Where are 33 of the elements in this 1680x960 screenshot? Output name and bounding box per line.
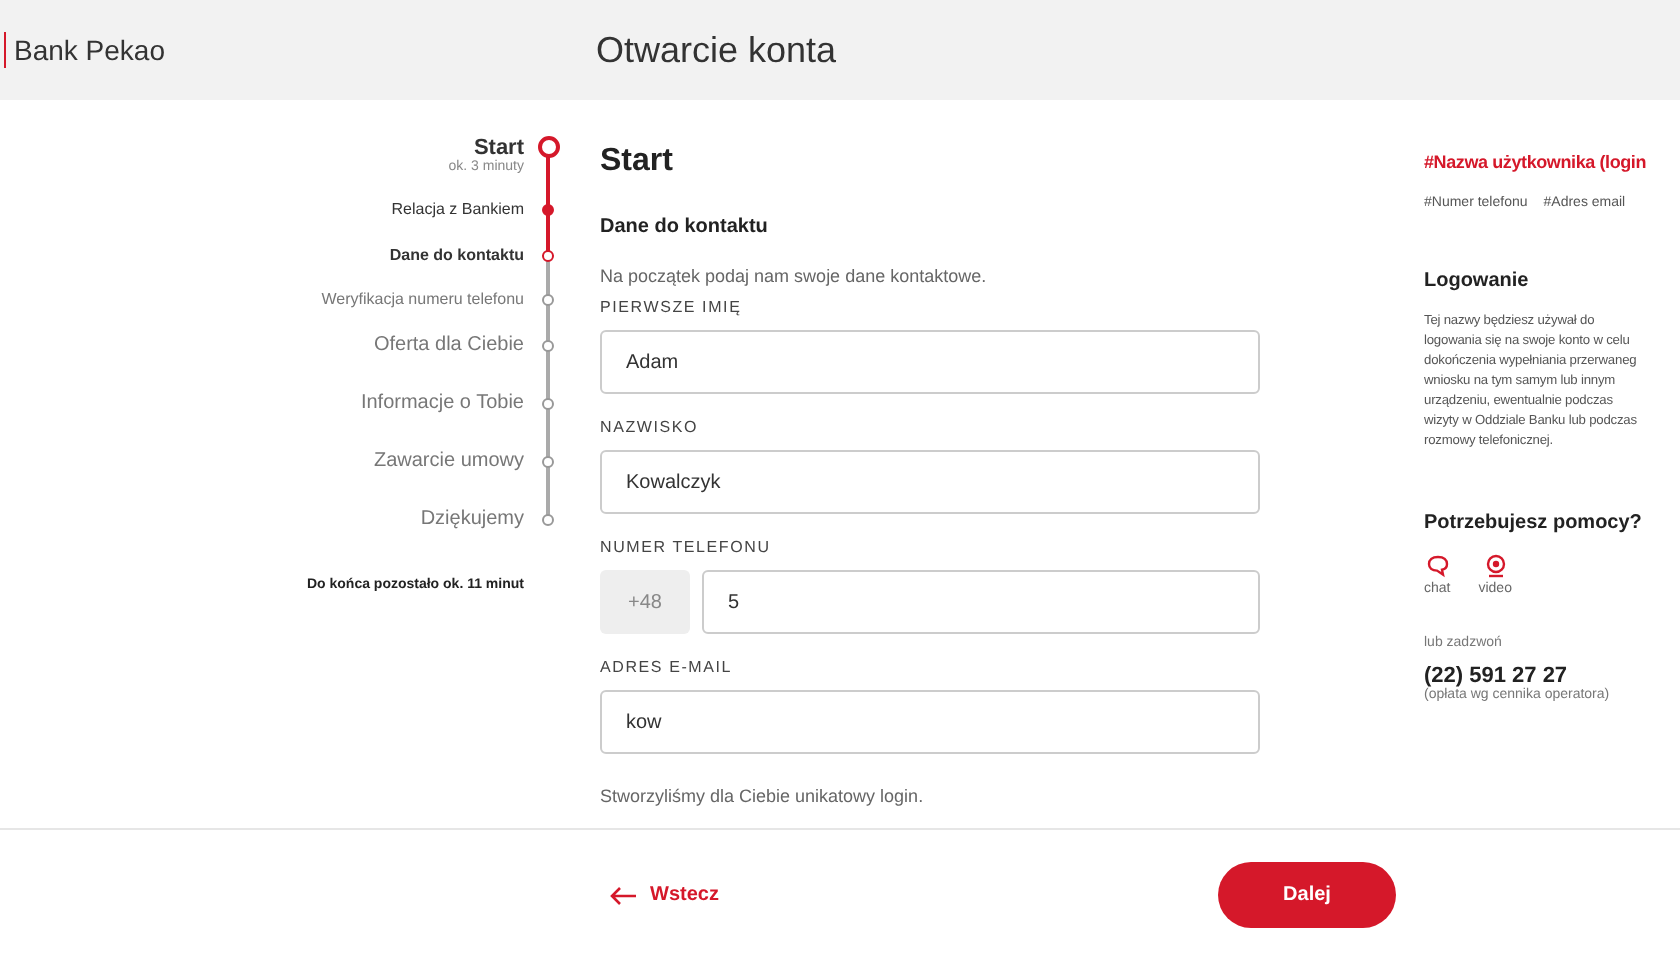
page-title: Otwarcie konta xyxy=(596,29,837,71)
step-label: Weryfikacja numeru telefonu xyxy=(321,288,524,312)
next-button[interactable]: Dalej xyxy=(1218,862,1396,928)
step-label: Zawarcie umowy xyxy=(373,449,524,473)
step-label: Dziękujemy xyxy=(420,507,524,531)
logo-mark xyxy=(4,32,6,68)
login-title: #Nazwa użytkownika (login xyxy=(1424,152,1649,172)
step-label: Relacja z Bankiem xyxy=(391,198,524,222)
field-label: PIERWSZE IMIĘ xyxy=(600,298,744,316)
chat-icon[interactable] xyxy=(1425,554,1450,578)
phone-prefix: +48 xyxy=(600,570,690,634)
step-label: Start xyxy=(473,136,524,160)
step-label: Informacje o Tobie xyxy=(360,391,524,415)
field-label: NUMER TELEFONU xyxy=(600,538,773,556)
help-heading: Potrzebujesz pomocy? xyxy=(1424,512,1644,534)
intro-text: Na początek podaj nam swoje dane kontaktowe. xyxy=(600,266,989,286)
field-label: ADRES E-MAIL xyxy=(600,658,735,676)
input-field[interactable]: Adam xyxy=(600,330,1260,394)
webcam-icon[interactable] xyxy=(1483,554,1508,578)
arrow-left-icon xyxy=(610,885,638,905)
back-link[interactable]: Wstecz xyxy=(610,884,719,906)
field-label: NAZWISKO xyxy=(600,418,701,436)
step-label: Oferta dla Ciebie xyxy=(373,333,524,357)
input-field[interactable]: kow xyxy=(600,690,1260,754)
step-label: Dane do kontaktu xyxy=(389,243,524,267)
input-field[interactable]: Kowalczyk xyxy=(600,450,1260,514)
info-heading: Logowanie xyxy=(1424,270,1531,292)
input-field[interactable]: 5 xyxy=(702,570,1260,634)
form-title: Start xyxy=(600,144,675,180)
phone-number: (22) 591 27 27 xyxy=(1424,664,1568,688)
section-title: Dane do kontaktu xyxy=(600,216,770,238)
login-note: Stworzyliśmy dla Ciebie unikatowy login. xyxy=(600,786,926,806)
bank-logo: Bank Pekao xyxy=(14,34,165,66)
